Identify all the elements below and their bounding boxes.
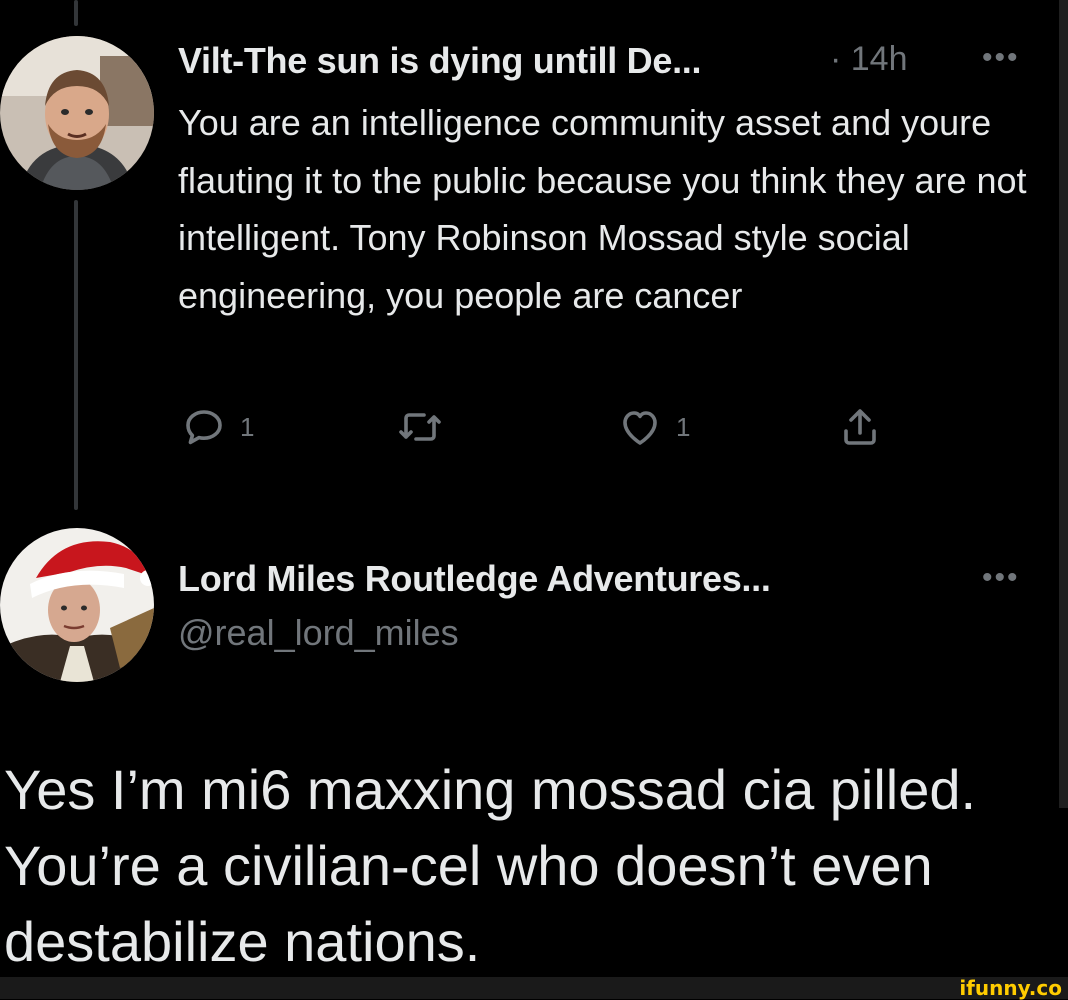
avatar[interactable]: [0, 36, 154, 190]
footer-bar: [0, 977, 1068, 999]
avatar[interactable]: [0, 528, 154, 682]
avatar-photo-man-santa-hat: [0, 528, 154, 682]
tweet-actions: 1 1: [0, 402, 1068, 452]
avatar-photo-man-beard: [0, 36, 154, 190]
like-button[interactable]: 1: [616, 402, 690, 452]
like-count: 1: [676, 411, 691, 442]
retweet-button[interactable]: [396, 402, 456, 452]
author-handle[interactable]: @real_lord_miles: [178, 612, 459, 654]
scrollbar[interactable]: [1059, 0, 1068, 808]
tweet-text: You are an intelligence community asset …: [178, 102, 1027, 316]
more-options-icon[interactable]: •••: [982, 43, 1020, 73]
author-name[interactable]: Vilt-The sun is dying untill De...: [178, 40, 701, 82]
share-button[interactable]: [836, 402, 884, 452]
watermark-logo: ifunny.co: [959, 976, 1062, 1000]
tweet-timestamp[interactable]: · 14h: [830, 40, 908, 79]
reply-icon: [186, 410, 222, 445]
retweet-icon: [399, 413, 441, 441]
thread-line: [74, 200, 78, 510]
reply-button[interactable]: 1: [180, 402, 254, 452]
share-icon: [844, 409, 876, 445]
tweet-text: Yes I’m mi6 maxxing mossad cia pilled. Y…: [4, 758, 977, 973]
more-options-icon[interactable]: •••: [982, 563, 1020, 593]
reply-count: 1: [240, 411, 255, 442]
heart-icon: [623, 411, 657, 445]
author-name[interactable]: Lord Miles Routledge Adventures...: [178, 558, 771, 600]
thread-line-top: [74, 0, 78, 26]
